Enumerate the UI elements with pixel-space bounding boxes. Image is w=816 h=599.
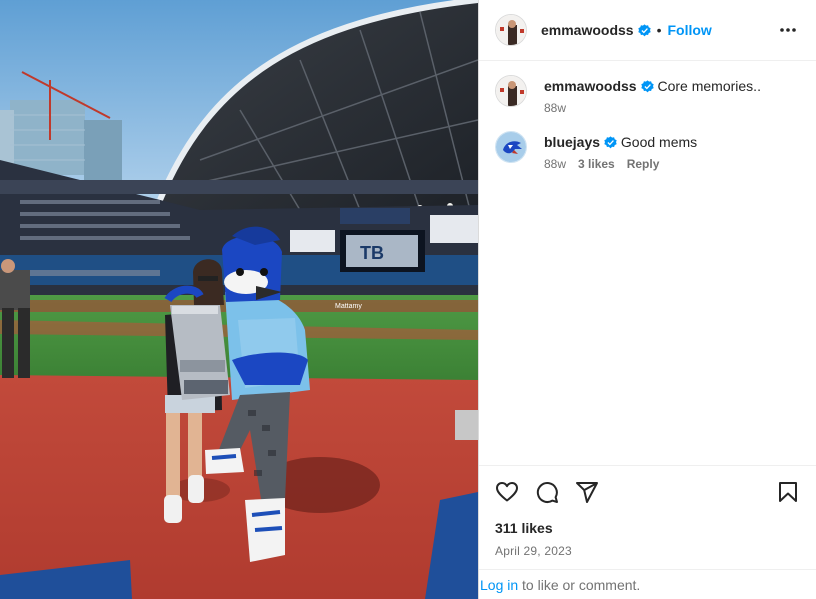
heart-icon[interactable] xyxy=(495,480,519,504)
follow-button[interactable]: Follow xyxy=(668,22,712,38)
likes-count[interactable]: 311 likes xyxy=(495,520,800,536)
comments-list: emmawoodss Core memories.. 88w bluejays … xyxy=(479,61,816,171)
owner-username[interactable]: emmawoodss xyxy=(541,22,634,38)
comment-item: bluejays Good mems 88w 3 likes Reply xyxy=(495,131,800,171)
caption-avatar[interactable] xyxy=(495,75,527,107)
action-bar xyxy=(495,466,800,518)
share-icon[interactable] xyxy=(575,480,599,504)
comment-age[interactable]: 88w xyxy=(544,157,566,171)
commenter-avatar[interactable] xyxy=(495,131,527,163)
post-side-panel: emmawoodss • Follow emmawoodss Core memo… xyxy=(478,0,816,599)
comment-username[interactable]: emmawoodss xyxy=(544,78,637,94)
more-options-icon[interactable] xyxy=(776,18,800,42)
field-sign: Mattamy xyxy=(335,303,362,310)
avatar-image xyxy=(496,76,526,106)
post-header: emmawoodss • Follow xyxy=(479,0,816,61)
owner-avatar[interactable] xyxy=(495,14,527,46)
comment-age[interactable]: 88w xyxy=(544,101,566,115)
login-prompt-text: to like or comment. xyxy=(518,577,641,593)
comment-text: Core memories.. xyxy=(657,78,761,94)
verified-icon xyxy=(604,136,617,149)
post-photo[interactable]: TB Mattamy xyxy=(0,0,478,599)
verified-icon xyxy=(640,80,654,93)
scoreboard-logo: TB xyxy=(360,243,384,263)
post-date[interactable]: April 29, 2023 xyxy=(495,544,800,558)
verified-icon xyxy=(637,23,651,36)
bluejays-logo-icon xyxy=(496,132,526,162)
caption: emmawoodss Core memories.. 88w xyxy=(495,75,800,115)
comment-text: Good mems xyxy=(620,134,698,150)
comment-icon[interactable] xyxy=(535,480,559,504)
comment-likes[interactable]: 3 likes xyxy=(578,157,615,171)
reply-button[interactable]: Reply xyxy=(627,157,660,171)
header-separator: • xyxy=(656,22,662,38)
login-prompt: Log in to like or comment. xyxy=(479,569,816,599)
login-link[interactable]: Log in xyxy=(480,577,518,593)
stadium-photo: TB Mattamy xyxy=(0,0,478,599)
comment-username[interactable]: bluejays xyxy=(544,134,600,150)
post-dialog: TB Mattamy emmawoodss • Follow emmawoods… xyxy=(0,0,816,599)
avatar-image xyxy=(496,15,526,45)
post-actions: 311 likes April 29, 2023 xyxy=(479,465,816,558)
bookmark-icon[interactable] xyxy=(776,480,800,504)
